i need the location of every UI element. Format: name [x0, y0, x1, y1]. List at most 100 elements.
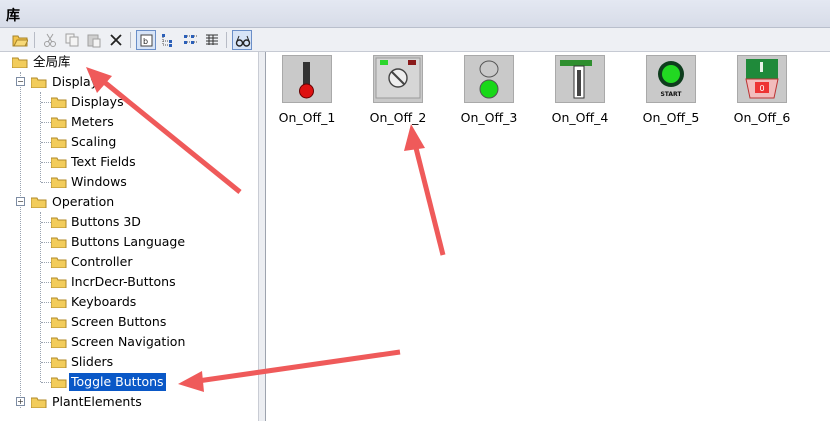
collapse-icon[interactable]: − [16, 77, 25, 86]
tree-line [41, 142, 51, 143]
folder-icon [51, 257, 67, 268]
window-titlebar: 库 [0, 0, 830, 28]
cut-icon [44, 33, 56, 47]
rotary-switch-icon [373, 55, 423, 103]
preview-button[interactable] [232, 30, 252, 50]
library-item-on-off-5[interactable]: START On_Off_5 [636, 55, 706, 127]
tree-line [41, 302, 51, 303]
tree-label: Screen Buttons [71, 314, 167, 329]
folder-open-icon [31, 197, 47, 208]
library-item-on-off-4[interactable]: On_Off_4 [545, 55, 615, 127]
item-name: On_Off_4 [551, 110, 609, 125]
copy-icon [65, 33, 79, 47]
library-content: On_Off_1 On_Off_2 On_Off_3 On_Off_4 STAR… [266, 52, 830, 421]
tree-line [41, 102, 51, 103]
tree-view-icon [162, 34, 172, 47]
svg-text:b: b [143, 37, 148, 46]
tree-line [41, 362, 51, 363]
library-toolbar: b [0, 28, 830, 52]
library-item-on-off-6[interactable]: 0 On_Off_6 [727, 55, 797, 127]
item-name: On_Off_5 [642, 110, 700, 125]
folder-icon [31, 397, 47, 408]
folder-icon [51, 337, 67, 348]
library-item-on-off-1[interactable]: On_Off_1 [272, 55, 342, 127]
folder-icon [51, 277, 67, 288]
tree-line [41, 222, 51, 223]
svg-text:START: START [660, 91, 682, 98]
tree-line [20, 72, 21, 408]
tree-label: Windows [71, 174, 127, 189]
tree-label: PlantElements [52, 394, 142, 409]
folder-open-button[interactable] [10, 30, 30, 50]
start-button-icon: START [646, 55, 696, 103]
tree-label: Sliders [71, 354, 114, 369]
folder-icon [51, 177, 67, 188]
table-view-button[interactable] [202, 30, 222, 50]
toolbar-separator [226, 32, 227, 48]
tree-line [41, 382, 51, 383]
paste-icon [87, 34, 101, 48]
toolbar-separator [130, 32, 131, 48]
tree-label: Displays [71, 94, 124, 109]
lever-switch-icon [555, 55, 605, 103]
item-name: On_Off_6 [733, 110, 791, 125]
item-name: On_Off_3 [460, 110, 518, 125]
tree-label: Operation [52, 194, 115, 209]
paste-button[interactable] [84, 30, 104, 50]
folder-open-icon [12, 57, 28, 68]
tree-label: Scaling [71, 134, 117, 149]
tree-line [41, 162, 51, 163]
tree-line [41, 182, 51, 183]
table-view-icon [206, 34, 218, 45]
folder-icon [51, 117, 67, 128]
thermometer-switch-icon [282, 55, 332, 103]
tree-label: Keyboards [71, 294, 137, 309]
delete-button[interactable] [106, 30, 126, 50]
details-view-button[interactable]: b [136, 30, 156, 50]
tree-label: Text Fields [71, 154, 136, 169]
tree-label: Buttons 3D [71, 214, 141, 229]
svg-text:0: 0 [759, 84, 764, 93]
pane-splitter[interactable] [258, 52, 266, 421]
tree-line [40, 212, 41, 382]
toolbar-separator [34, 32, 35, 48]
library-item-on-off-2[interactable]: On_Off_2 [363, 55, 433, 127]
folder-open-icon [51, 377, 67, 388]
tree-label: 全局库 [33, 54, 71, 69]
tree-label: Meters [71, 114, 114, 129]
tree-line [41, 262, 51, 263]
tree-line [41, 122, 51, 123]
item-name: On_Off_1 [278, 110, 336, 125]
tree-label: Toggle Buttons [69, 373, 166, 391]
folder-open-icon [31, 77, 47, 88]
tree-label: Screen Navigation [71, 334, 186, 349]
indicator-lights-icon [464, 55, 514, 103]
tree-view-button[interactable] [158, 30, 178, 50]
list-view-icon [184, 35, 197, 44]
folder-open-icon [12, 35, 28, 47]
folder-icon [51, 157, 67, 168]
library-item-on-off-3[interactable]: On_Off_3 [454, 55, 524, 127]
delete-icon [110, 34, 122, 46]
folder-icon [51, 137, 67, 148]
folder-icon [51, 317, 67, 328]
folder-icon [51, 297, 67, 308]
tree-label: IncrDecr-Buttons [71, 274, 176, 289]
tree-label: Controller [71, 254, 133, 269]
preview-glasses-icon [235, 35, 251, 47]
tree-label: Display [52, 74, 99, 89]
tree-line [41, 282, 51, 283]
list-view-button[interactable] [180, 30, 200, 50]
collapse-icon[interactable]: − [16, 197, 25, 206]
folder-icon [51, 217, 67, 228]
details-view-icon: b [140, 34, 153, 47]
tree-line [41, 322, 51, 323]
tree-line [41, 242, 51, 243]
copy-button[interactable] [62, 30, 82, 50]
expand-icon[interactable]: + [16, 397, 25, 406]
cut-button[interactable] [40, 30, 60, 50]
tree-label: Buttons Language [71, 234, 186, 249]
window-title: 库 [6, 8, 20, 24]
library-tree[interactable]: 全局库 − Display Displays Meters Scaling Te… [0, 52, 258, 421]
rocker-switch-icon: 0 [737, 55, 787, 103]
